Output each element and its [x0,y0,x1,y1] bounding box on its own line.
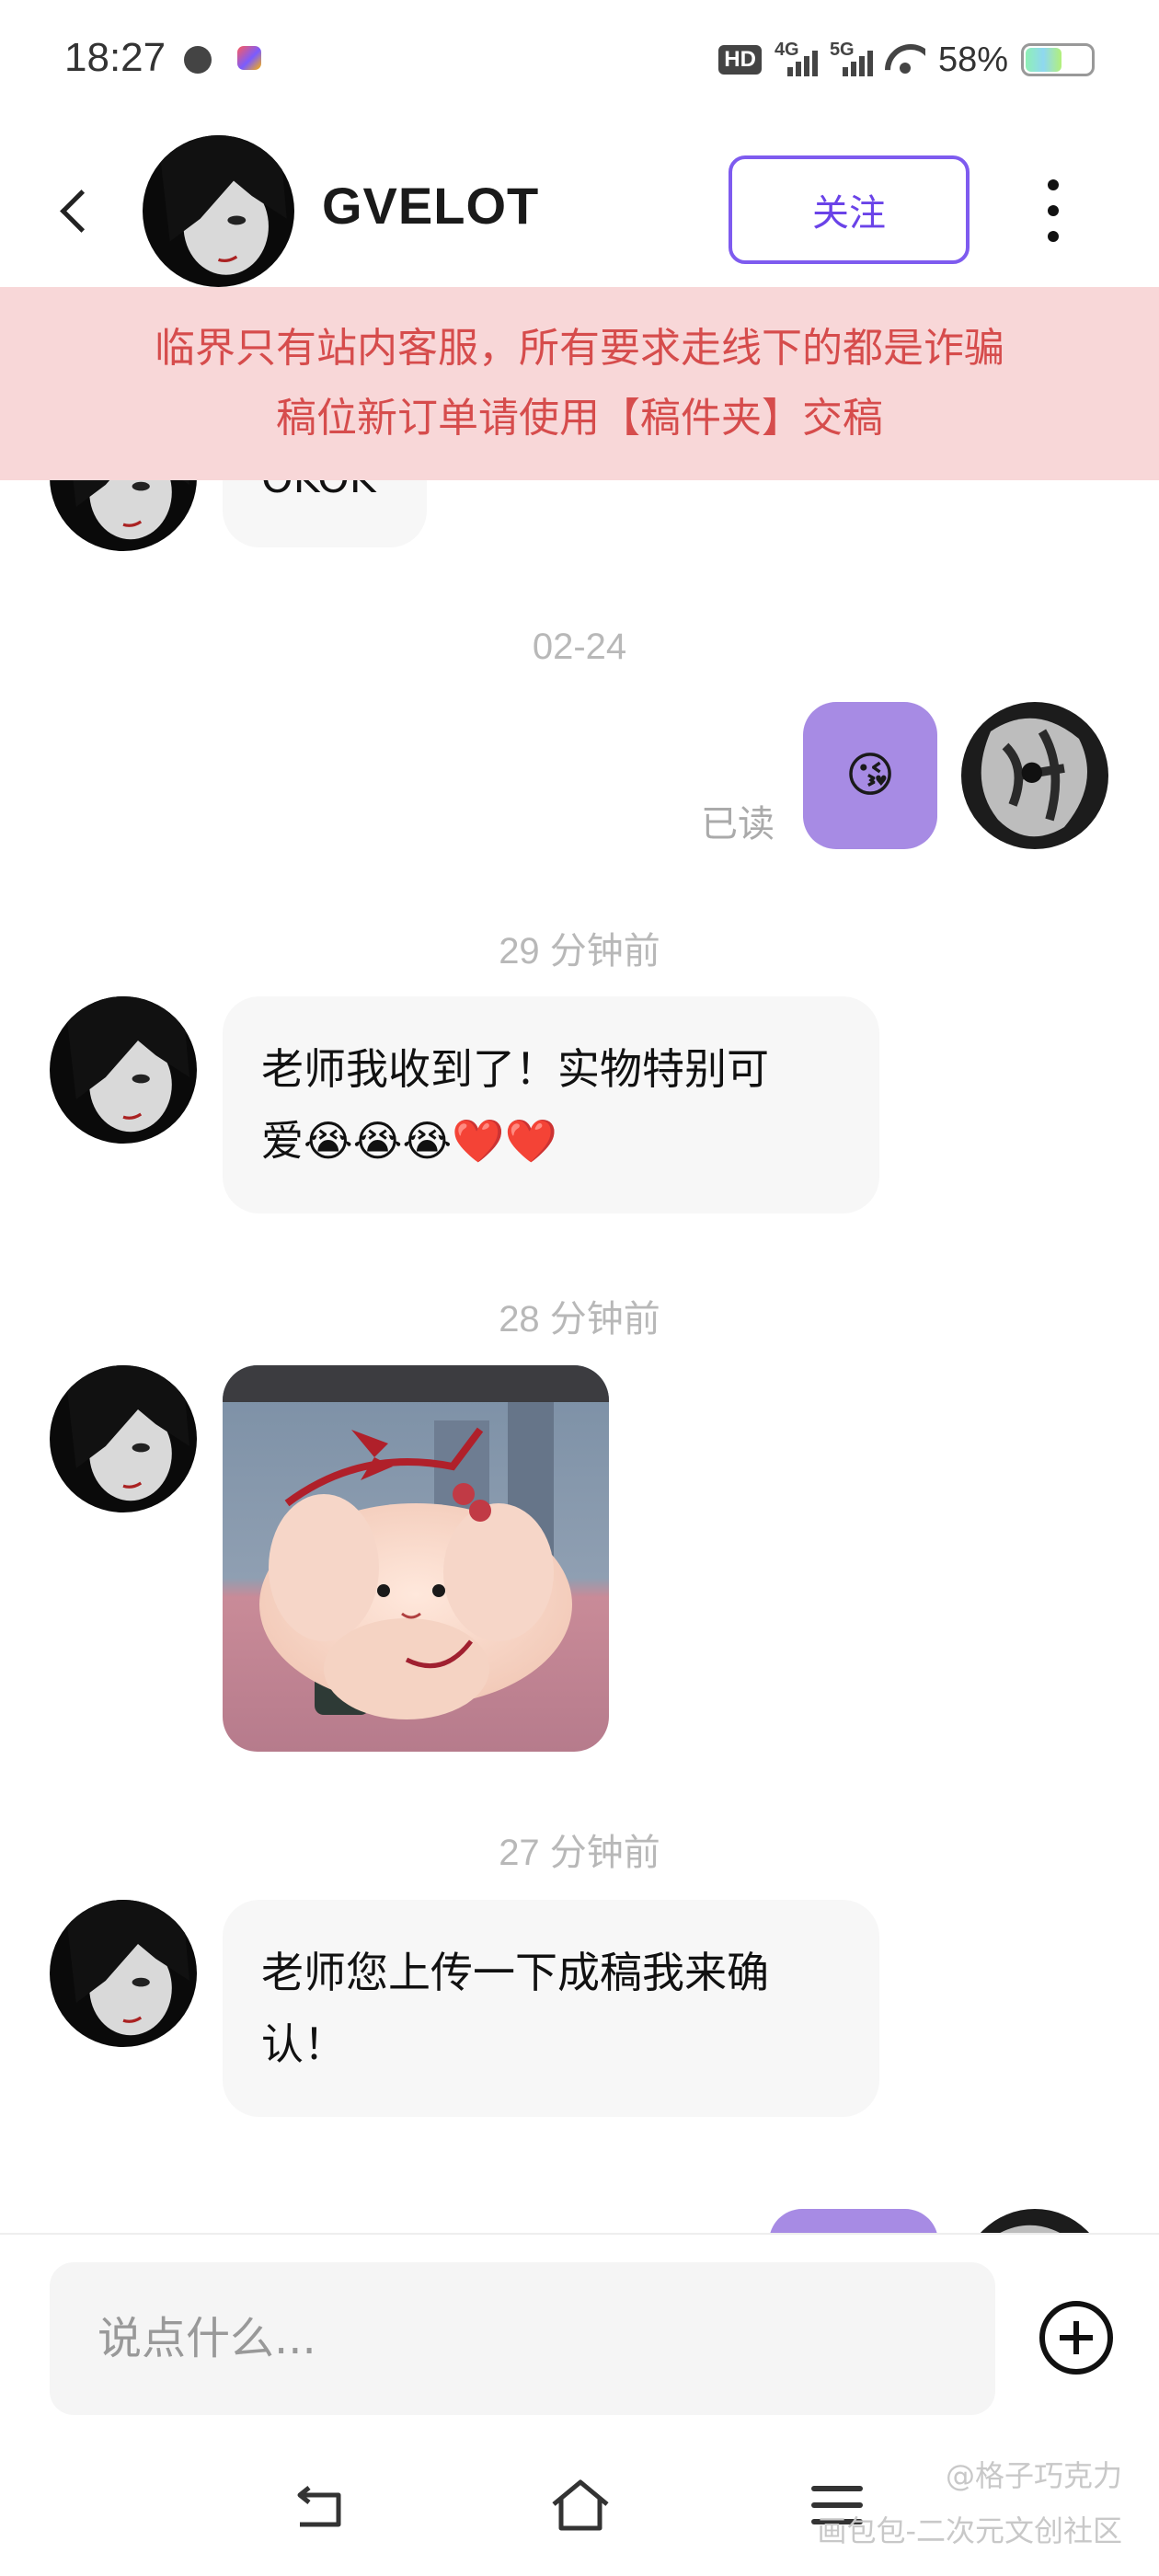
watermark-site: 画包包-二次元文创社区 [817,2513,1122,2548]
message-text-line: 老师我收到了！实物特别可 [261,1044,769,1094]
message-timestamp: 28 分钟前 [499,1299,660,1340]
nav-home-icon[interactable] [548,2478,613,2534]
read-status-label: 已读 [701,803,775,845]
plus-circle-icon[interactable] [1039,2301,1113,2375]
follow-button[interactable]: 关注 [729,155,970,264]
battery-icon [1021,43,1095,76]
plush-toy-photo[interactable] [223,1365,609,1752]
message-timestamp: 29 分钟前 [499,931,660,972]
status-bar: 18:27 HD 4G 5G 58% [0,0,1159,124]
contact-avatar-small[interactable] [50,1365,197,1512]
sent-message-bubble: 😘 [803,702,937,849]
status-time: 18:27 [64,35,166,80]
my-avatar[interactable] [961,702,1108,849]
system-navigation-bar: @格子巧克力 画包包-二次元文创社区 [0,2440,1159,2576]
sent-message-bubble [769,2209,938,2233]
wifi-icon [885,44,925,75]
received-message-bubble: 老师我收到了！实物特别可 爱😭😭😭❤️❤️ [223,996,879,1213]
message-text-line: 老师您上传一下成稿我来确 [261,1948,769,1997]
message-timestamp: 02-24 [532,627,627,667]
signal-4g-icon: 4G [775,40,818,80]
chat-message-list[interactable]: OKOK 02-24 已读 😘 29 分钟前 老师我收到了！实物特别可 爱😭😭😭… [0,290,1159,2233]
app-notification-icon [237,46,261,70]
contact-avatar-small[interactable] [50,996,197,1144]
received-message-bubble: 老师您上传一下成稿我来确 认！ [223,1900,879,2117]
notice-line-2: 稿位新订单请使用【稿件夹】交稿 [276,395,883,442]
message-input-bar [0,2233,1159,2440]
nav-back-icon[interactable] [293,2486,348,2532]
status-indicators: HD 4G 5G 58% [718,37,1095,83]
my-avatar[interactable] [961,2209,1108,2233]
message-text-line: 爱😭😭😭❤️❤️ [261,1116,557,1166]
message-text-line: 认！ [261,2019,346,2069]
back-arrow-icon[interactable] [46,170,101,244]
contact-name[interactable]: GVELOT [322,176,539,236]
notice-line-1: 临界只有站内客服，所有要求走线下的都是诈骗 [155,325,1004,372]
chat-header: GVELOT 关注 [0,124,1159,290]
message-input[interactable] [50,2262,995,2415]
globe-icon [184,46,212,74]
watermark-author: @格子巧克力 [945,2458,1122,2493]
message-timestamp: 27 分钟前 [499,1833,660,1873]
contact-avatar[interactable] [143,135,294,287]
warning-notice-banner: 临界只有站内客服，所有要求走线下的都是诈骗 稿位新订单请使用【稿件夹】交稿 [0,287,1159,480]
more-vertical-icon[interactable] [1035,179,1072,253]
kiss-emoji: 😘 [844,748,896,803]
hd-volte-icon: HD [718,45,762,75]
battery-percentage: 58% [937,40,1008,79]
contact-avatar-small[interactable] [50,1900,197,2047]
signal-5g-icon: 5G [830,40,873,80]
